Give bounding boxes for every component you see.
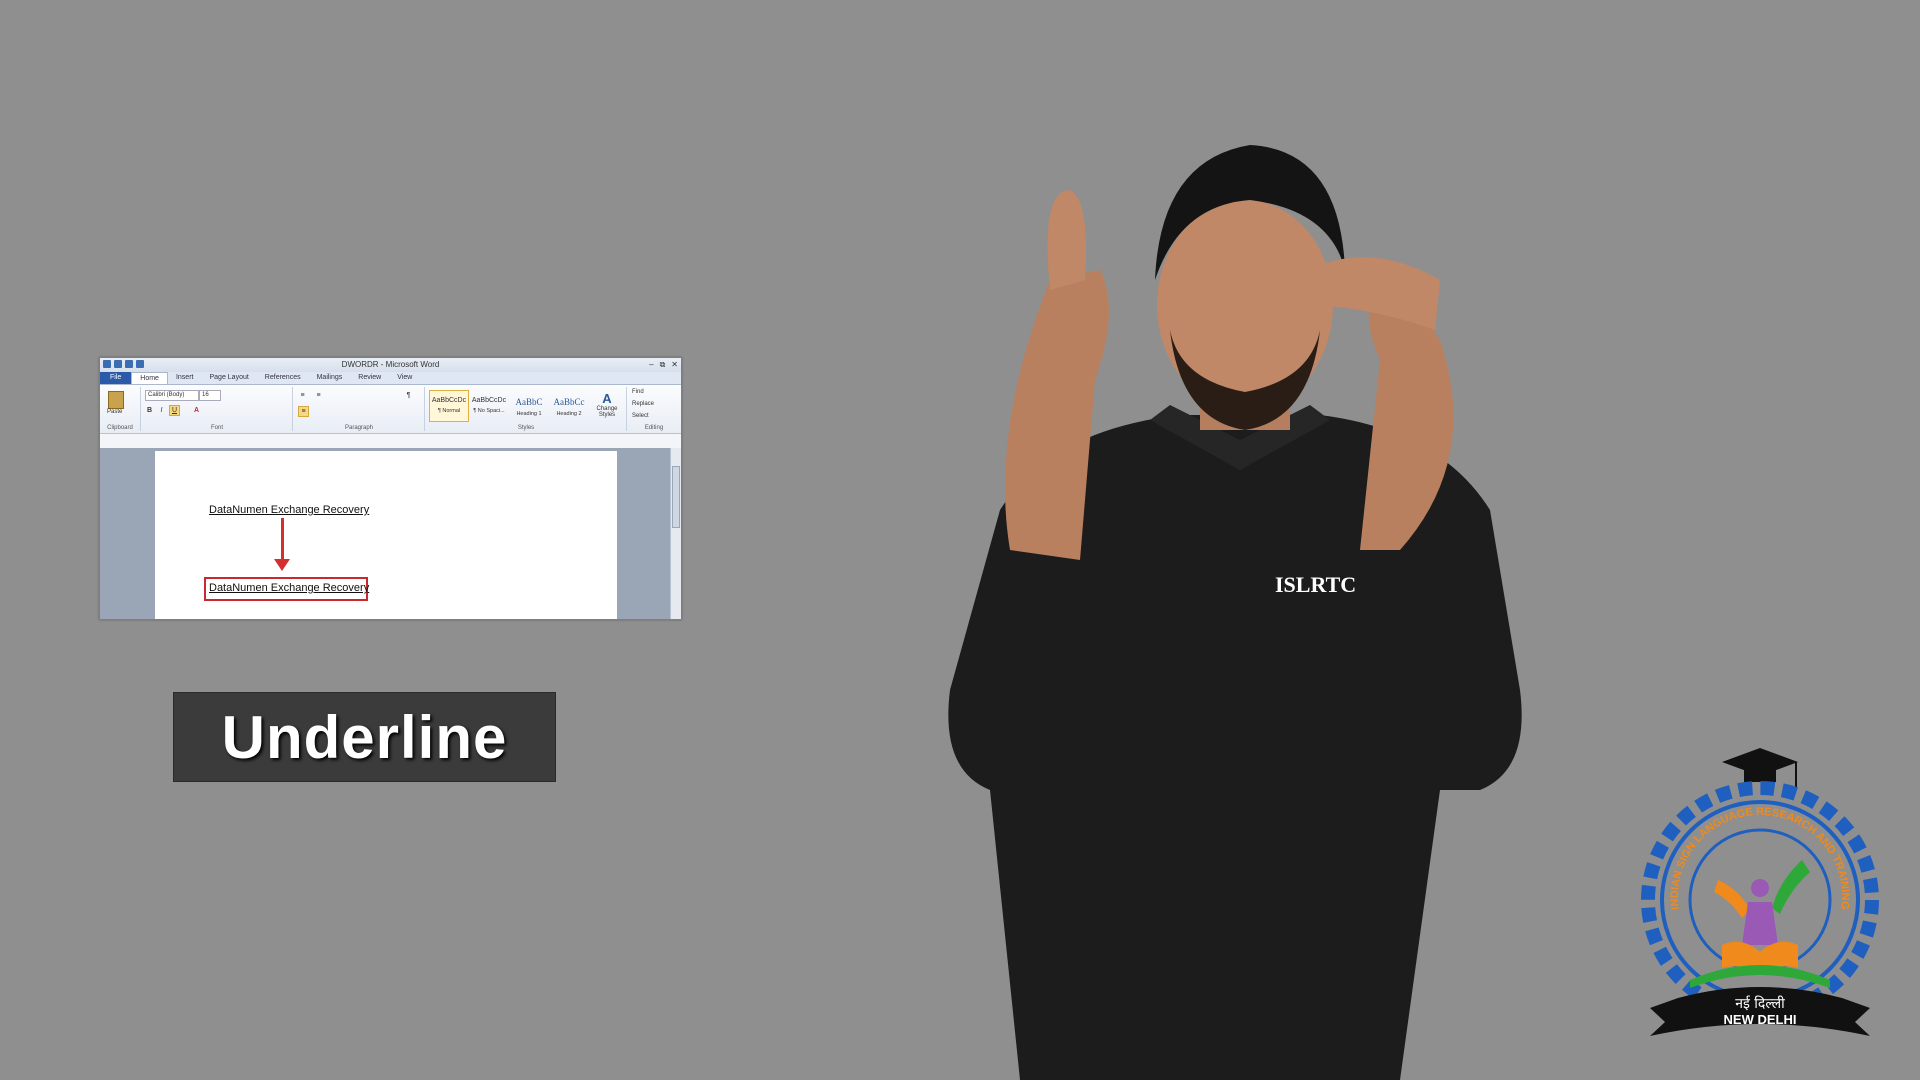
word-screenshot: DWORDR - Microsoft Word – ⧉ ✕ File Home … [99,357,682,620]
paste-icon [108,391,124,409]
tab-review: Review [358,374,382,381]
change-styles-button: A Change Styles [592,391,622,418]
align-left-icon: ≡ [298,406,309,417]
tab-insert: Insert [175,374,194,381]
window-title: DWORDR - Microsoft Word [341,360,440,369]
paragraph-group-label: Paragraph [344,425,374,431]
down-arrow-icon [281,518,284,562]
style-normal: AaBbCcDc ¶ Normal [429,390,469,422]
ribbon-tabs: File Home Insert Page Layout References … [100,372,681,385]
style-heading-1: AaBbC Heading 1 [515,397,543,417]
gear-icon [1641,781,1879,1019]
tab-view: View [397,374,413,381]
caption-box: Underline [173,692,556,782]
tab-page-layout: Page Layout [209,374,249,381]
find-item: Find [632,389,644,395]
clipboard-group: Paste Clipboard [100,387,141,431]
word-titlebar: DWORDR - Microsoft Word – ⧉ ✕ [100,358,681,372]
bold-icon: B [146,407,153,414]
change-styles-icon: A [602,391,612,406]
document-text-underlined: DataNumen Exchange Recovery [209,582,370,594]
tab-mailings: Mailings [316,374,343,381]
italic-icon: I [160,407,163,414]
numbering-icon: ≡ [316,392,321,399]
tab-file: File [100,372,132,384]
styles-group-label: Styles [517,425,535,431]
document-page: DataNumen Exchange Recovery DataNumen Ex… [155,451,617,619]
style-no-spacing: AaBbCcDc ¶ No Spaci... [471,397,507,414]
document-text-original: DataNumen Exchange Recovery [209,504,370,516]
font-size-box: 16 [199,390,221,401]
close-icon: ✕ [671,360,678,369]
style-heading-2: AaBbCc Heading 2 [553,397,585,417]
graduation-cap-icon [1722,748,1798,790]
font-group: Calibri (Body) 16 B I U A Font [142,387,293,431]
paragraph-group: ≡ ≡ ¶ ≡ Paragraph [294,387,425,431]
select-item: Select [632,413,649,419]
paste-label: Paste [107,409,123,415]
window-controls: – ⧉ ✕ [649,358,678,372]
logo-hindi-text: नई दिल्ली [1735,995,1785,1012]
logo-city-text: NEW DELHI [1724,1012,1797,1027]
arrow-head-icon [274,559,290,571]
bullets-icon: ≡ [300,392,305,399]
font-name-box: Calibri (Body) [145,390,199,401]
presenter-figure: ISLRTC [948,145,1522,1080]
sign-hands-icon [1714,860,1810,945]
font-group-label: Font [210,425,223,431]
restore-icon: ⧉ [659,360,666,369]
caption-text: Underline [221,703,508,771]
editing-group-label: Editing [644,425,664,431]
scrollbar-thumb [672,466,680,528]
minimize-icon: – [649,360,654,369]
font-color-icon: A [193,407,200,414]
vertical-scrollbar [670,448,681,619]
clipboard-group-label: Clipboard [107,425,133,431]
tab-home: Home [131,372,168,384]
replace-item: Replace [632,401,655,407]
ribbon: Paste Clipboard Calibri (Body) 16 B I U … [100,385,681,434]
pilcrow-icon: ¶ [406,392,411,399]
editing-group: Find Replace Select Editing [628,387,680,431]
tab-references: References [264,374,301,381]
shirt-logo-text: ISLRTC [1275,572,1356,597]
styles-group: AaBbCcDc ¶ Normal AaBbCcDc ¶ No Spaci...… [426,387,627,431]
underline-icon: U [169,405,180,416]
islrtc-logo: INDIAN SIGN LANGUAGE RESEARCH AND TRAINI… [1630,740,1879,1036]
document-area: DataNumen Exchange Recovery DataNumen Ex… [100,448,681,619]
